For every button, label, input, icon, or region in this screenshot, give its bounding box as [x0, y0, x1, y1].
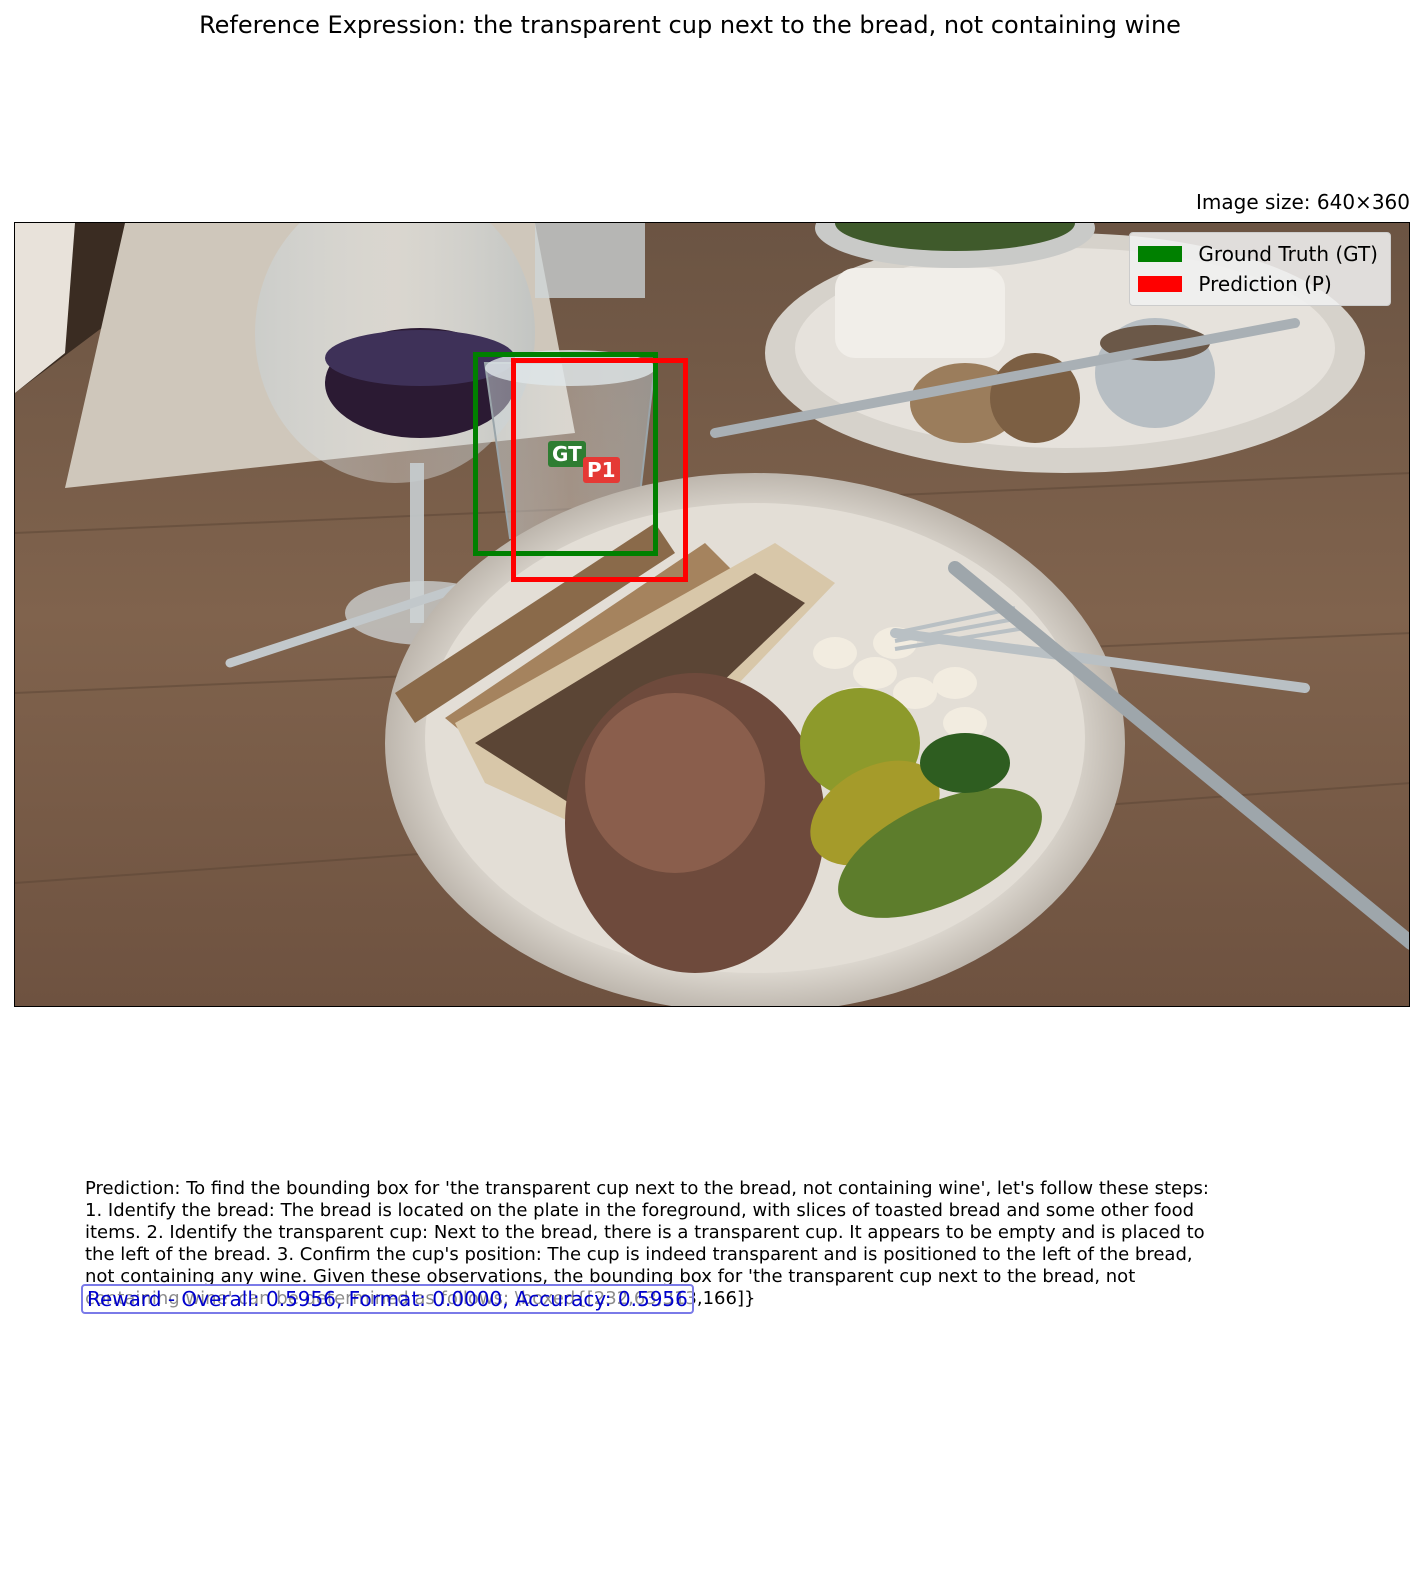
legend-item-ground-truth: Ground Truth (GT) — [1138, 239, 1378, 269]
legend-label: Prediction (P) — [1198, 272, 1332, 296]
food-photo — [15, 223, 1409, 1006]
legend-swatch-green — [1138, 246, 1183, 262]
photo-panel: GT P1 Ground Truth (GT) Prediction (P) — [14, 222, 1410, 1007]
reference-expression-title: Reference Expression: the transparent cu… — [199, 11, 1181, 39]
prediction-tag: P1 — [583, 457, 620, 483]
legend-swatch-red — [1138, 276, 1183, 292]
legend-item-prediction: Prediction (P) — [1138, 269, 1378, 299]
ground-truth-tag: GT — [548, 441, 586, 467]
legend: Ground Truth (GT) Prediction (P) — [1129, 232, 1391, 306]
reward-badge: Reward - Overall: 0.5956, Format: 0.0000… — [81, 1284, 694, 1314]
image-size-label: Image size: 640×360 — [1196, 190, 1410, 214]
legend-label: Ground Truth (GT) — [1198, 242, 1378, 266]
